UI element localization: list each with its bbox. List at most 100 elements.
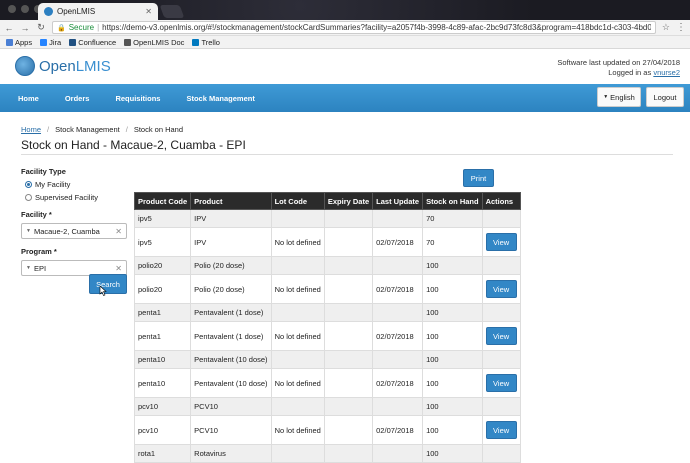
- cell-stock-on-hand: 70: [422, 227, 483, 257]
- nav-orders[interactable]: Orders: [57, 94, 98, 103]
- cell-product-code: ipv5: [133, 227, 192, 257]
- cell-last-update: 02/07/2018: [372, 415, 424, 445]
- openlmis-logo[interactable]: OpenLMIS: [15, 56, 111, 76]
- cell-stock-on-hand: 100: [422, 415, 483, 445]
- cell-stock-on-hand: 100: [422, 350, 483, 369]
- cell-stock-on-hand: 100: [422, 368, 483, 398]
- lock-icon: 🔒: [57, 24, 66, 32]
- filter-form: Facility Type My Facility Supervised Fac…: [21, 167, 131, 284]
- bookmark-confluence[interactable]: Confluence: [69, 38, 116, 47]
- main-navbar: Home Orders Requisitions Stock Managemen…: [0, 84, 690, 112]
- logout-button[interactable]: Logout: [646, 87, 684, 107]
- bookmark-apps[interactable]: Apps: [6, 38, 32, 47]
- table-row: penta1 Pentavalent (1 dose) No lot defined…: [133, 321, 521, 351]
- nav-home[interactable]: Home: [10, 94, 47, 103]
- cell-product-code: penta10: [133, 368, 192, 398]
- cell-expiry-date: [323, 321, 374, 351]
- url-text: https://demo-v3.openlmis.org/#!/stockman…: [102, 23, 651, 32]
- cell-product: Pentavalent (1 dose): [190, 321, 272, 351]
- col-lot-code: Lot Code: [270, 192, 325, 210]
- caret-down-icon: ▼: [603, 94, 609, 100]
- search-button[interactable]: Search: [89, 274, 127, 294]
- reload-icon[interactable]: ↻: [36, 22, 46, 33]
- breadcrumb: Home / Stock Management / Stock on Hand: [21, 125, 183, 134]
- browser-tab[interactable]: OpenLMIS ✕: [38, 3, 158, 20]
- cell-actions: [481, 256, 521, 275]
- bookmark-jira[interactable]: Jira: [40, 38, 61, 47]
- cell-last-update: [372, 256, 424, 275]
- table-header-row: Product Code Product Lot Code Expiry Dat…: [133, 192, 521, 210]
- view-button[interactable]: View: [485, 233, 517, 251]
- bookmark-label: OpenLMIS Doc: [133, 37, 185, 47]
- forward-icon[interactable]: →: [20, 23, 30, 33]
- cell-last-update: [372, 350, 424, 369]
- openlmis-favicon-icon: [44, 7, 53, 16]
- col-product-code: Product Code: [133, 192, 192, 210]
- bookmark-star-icon[interactable]: ☆: [662, 22, 670, 33]
- view-button[interactable]: View: [485, 421, 517, 439]
- table-row: polio20 Polio (20 dose) No lot defined 02/0…: [133, 274, 521, 304]
- view-button[interactable]: View: [485, 280, 517, 298]
- url-input[interactable]: 🔒 Secure | https://demo-v3.openlmis.org/…: [52, 21, 656, 34]
- bookmark-label: Apps: [15, 37, 33, 47]
- breadcrumb-stock-management[interactable]: Stock Management: [55, 125, 120, 134]
- my-facility-radio[interactable]: [25, 181, 32, 188]
- window-controls[interactable]: [8, 5, 42, 13]
- cell-lot-code: No lot defined: [270, 227, 325, 257]
- cell-stock-on-hand: 100: [422, 321, 483, 351]
- view-button[interactable]: View: [485, 374, 517, 392]
- my-facility-label: My Facility: [35, 180, 71, 189]
- cell-product-code: pcv10: [133, 415, 192, 445]
- cell-product: PCV10: [190, 397, 272, 416]
- username-link[interactable]: vnurse2: [653, 68, 680, 77]
- clear-program-icon[interactable]: ✕: [115, 264, 122, 273]
- browser-menu-icon[interactable]: ⋮: [676, 22, 686, 33]
- view-button[interactable]: View: [485, 327, 517, 345]
- clear-facility-icon[interactable]: ✕: [115, 227, 122, 236]
- facility-select-value: Macaue-2, Cuamba: [33, 226, 100, 236]
- cell-last-update: 02/07/2018: [372, 274, 424, 304]
- cell-actions: View: [481, 321, 521, 351]
- mouse-pointer-icon: [99, 286, 107, 296]
- cell-product: Polio (20 dose): [190, 274, 272, 304]
- supervised-facility-radio[interactable]: [25, 194, 32, 201]
- bookmark-openlmis-doc[interactable]: OpenLMIS Doc: [124, 38, 184, 47]
- cell-lot-code: [270, 209, 325, 228]
- cell-lot-code: [270, 303, 325, 322]
- program-label: Program *: [21, 247, 57, 256]
- breadcrumb-home[interactable]: Home: [21, 125, 41, 134]
- cell-actions: View: [481, 368, 521, 398]
- col-expiry-date: Expiry Date: [323, 192, 374, 210]
- nav-requisitions[interactable]: Requisitions: [107, 94, 168, 103]
- tab-close-icon[interactable]: ✕: [145, 7, 152, 16]
- facility-select[interactable]: ▼ Macaue-2, Cuamba ✕: [21, 223, 127, 239]
- caret-down-icon: ▼: [26, 228, 31, 234]
- language-button[interactable]: ▼ English: [597, 87, 641, 107]
- cell-product-code: pcv10: [133, 397, 192, 416]
- cell-last-update: [372, 397, 424, 416]
- col-last-update: Last Update: [372, 192, 424, 210]
- bookmark-trello[interactable]: Trello: [192, 38, 220, 47]
- program-select-value: EPI: [33, 263, 47, 273]
- stock-table-container: Product Code Product Lot Code Expiry Dat…: [133, 192, 521, 463]
- cell-expiry-date: [323, 227, 374, 257]
- cell-lot-code: [270, 350, 325, 369]
- col-stock-on-hand: Stock on Hand: [422, 192, 483, 210]
- new-tab-button[interactable]: [159, 5, 185, 18]
- my-facility-radio-row[interactable]: My Facility: [25, 180, 131, 189]
- globe-logo-icon: [15, 56, 35, 76]
- nav-stock-management[interactable]: Stock Management: [178, 94, 262, 103]
- secure-label: Secure: [68, 23, 95, 32]
- print-button[interactable]: Print: [463, 169, 494, 187]
- col-product: Product: [190, 192, 272, 210]
- cell-product-code: ipv5: [133, 209, 192, 228]
- cell-expiry-date: [323, 415, 374, 445]
- facility-label: Facility *: [21, 210, 52, 219]
- supervised-facility-radio-row[interactable]: Supervised Facility: [25, 193, 131, 202]
- cell-product: Pentavalent (1 dose): [190, 303, 272, 322]
- cell-product: PCV10: [190, 415, 272, 445]
- caret-down-icon: ▼: [26, 265, 31, 271]
- browser-tab-bar: OpenLMIS ✕: [0, 0, 690, 20]
- col-actions: Actions: [481, 192, 521, 210]
- back-icon[interactable]: ←: [4, 23, 14, 33]
